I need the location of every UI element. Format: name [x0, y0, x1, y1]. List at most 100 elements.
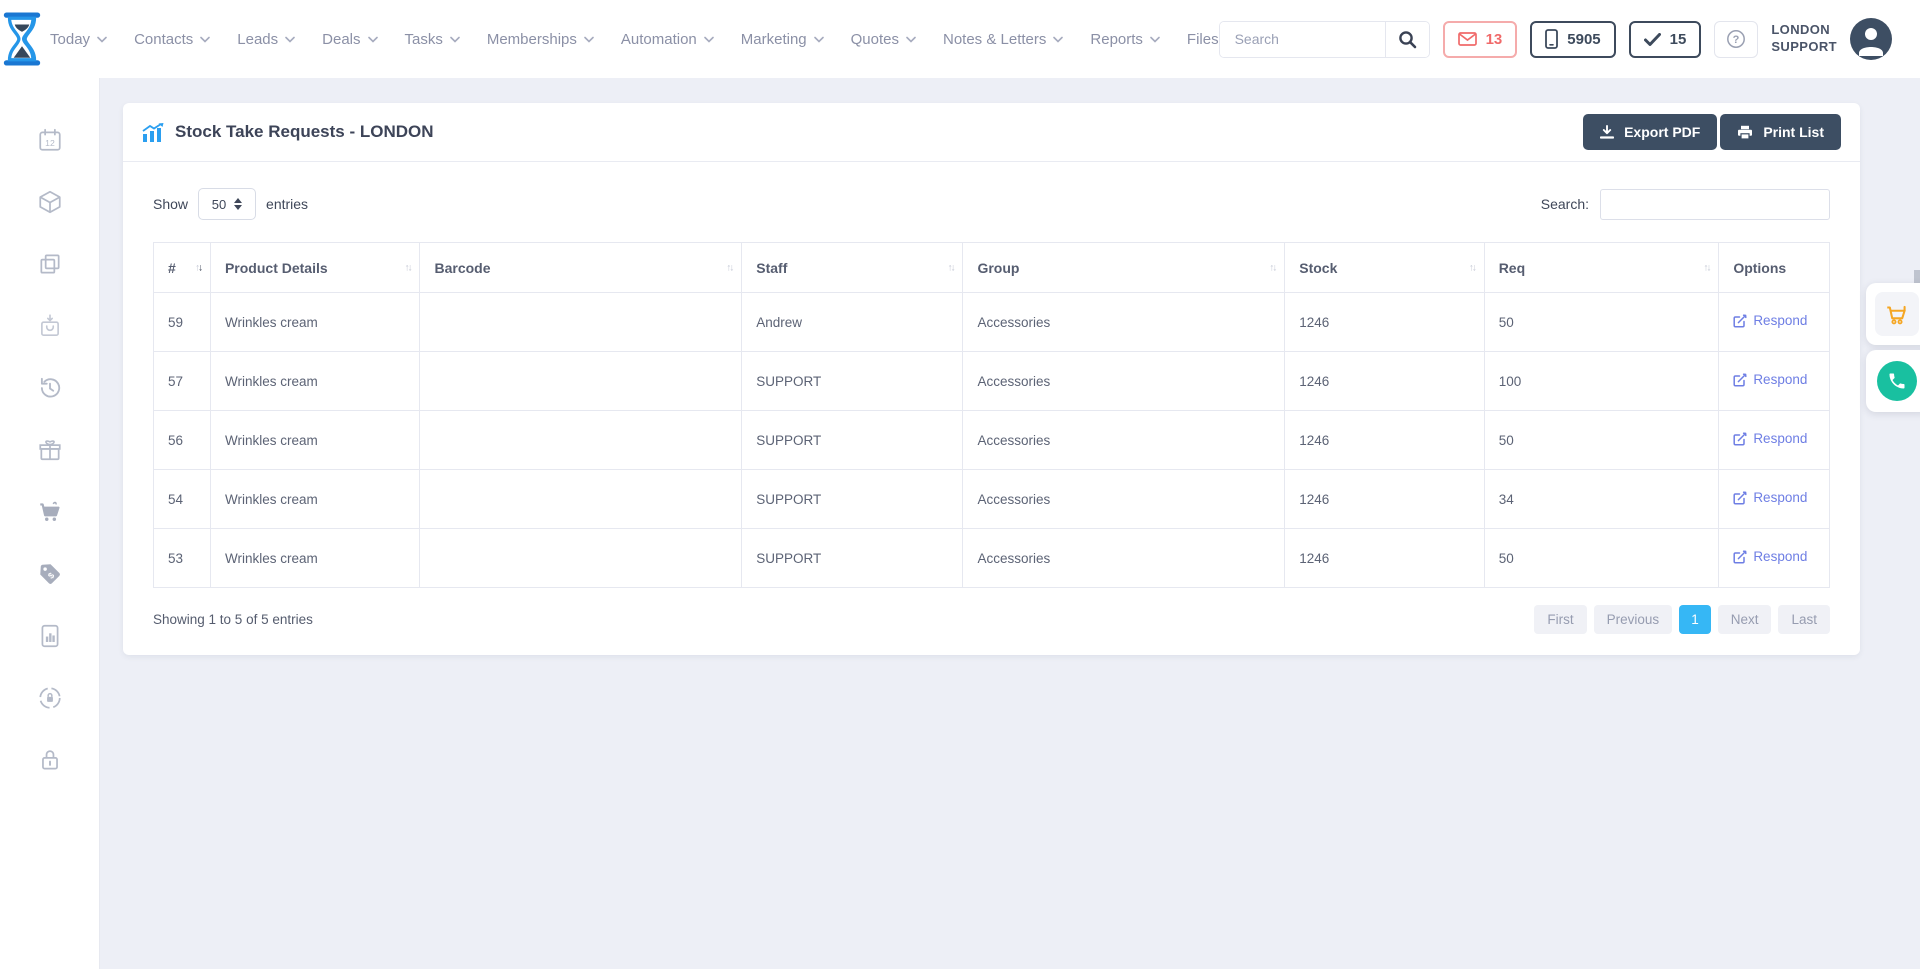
cell-options: Respond — [1719, 293, 1830, 352]
user-avatar[interactable] — [1850, 18, 1892, 60]
column-header-product[interactable]: Product Details↑↓ — [210, 243, 420, 293]
respond-label: Respond — [1753, 431, 1807, 446]
cell-stock: 1246 — [1285, 293, 1484, 352]
stock-bag-icon — [37, 313, 63, 339]
table-row: 53 Wrinkles cream SUPPORT Accessories 12… — [154, 529, 1830, 588]
sidebar-item-history[interactable] — [36, 374, 64, 402]
table-row: 59 Wrinkles cream Andrew Accessories 124… — [154, 293, 1830, 352]
menu-item-automation[interactable]: Automation — [621, 31, 714, 48]
menu-item-notes-letters[interactable]: Notes & Letters — [943, 31, 1063, 48]
cell-stock: 1246 — [1285, 470, 1484, 529]
menu-item-deals[interactable]: Deals — [322, 31, 377, 48]
table-search-label: Search: — [1541, 196, 1589, 212]
table-search-control: Search: — [1541, 189, 1830, 220]
app-logo[interactable] — [0, 12, 44, 66]
menu-item-quotes[interactable]: Quotes — [851, 31, 916, 48]
column-header-group[interactable]: Group↑↓ — [963, 243, 1285, 293]
chevron-down-icon — [584, 36, 594, 43]
sidebar-item-reports[interactable] — [36, 622, 64, 650]
chevron-down-icon — [1053, 36, 1063, 43]
report-icon — [37, 623, 63, 649]
sort-icon: ↑↓ — [1469, 262, 1475, 273]
cell-req: 100 — [1484, 352, 1719, 411]
cell-barcode — [420, 529, 742, 588]
sidebar-item-calendar[interactable]: 12 — [36, 126, 64, 154]
top-navbar: Today Contacts Leads Deals Tasks Members… — [0, 0, 1920, 78]
floating-cart-widget[interactable] — [1866, 283, 1920, 345]
sidebar-item-pricing[interactable]: $ — [36, 560, 64, 588]
pagination-next[interactable]: Next — [1718, 605, 1772, 634]
column-header-stock[interactable]: Stock↑↓ — [1285, 243, 1484, 293]
cell-id: 53 — [154, 529, 211, 588]
entries-info: Showing 1 to 5 of 5 entries — [153, 612, 313, 627]
export-pdf-button[interactable]: Export PDF — [1583, 114, 1717, 150]
menu-item-files[interactable]: Files — [1187, 31, 1219, 48]
edit-icon — [1733, 550, 1747, 564]
tasks-done-badge[interactable]: 15 — [1629, 21, 1702, 58]
select-arrows-icon — [234, 198, 242, 210]
chevron-down-icon — [200, 36, 210, 43]
sidebar-item-cart[interactable] — [36, 498, 64, 526]
calls-badge[interactable]: 5905 — [1530, 21, 1615, 58]
respond-link[interactable]: Respond — [1733, 549, 1807, 564]
cell-staff: SUPPORT — [742, 411, 963, 470]
edit-icon — [1733, 491, 1747, 505]
menu-item-leads[interactable]: Leads — [237, 31, 295, 48]
column-label: Req — [1499, 260, 1525, 276]
messages-badge[interactable]: 13 — [1443, 21, 1518, 58]
chart-icon — [142, 123, 164, 142]
phone-widget-button[interactable] — [1877, 361, 1917, 401]
entries-label: entries — [266, 196, 308, 212]
chevron-down-icon — [704, 36, 714, 43]
pagination-previous[interactable]: Previous — [1594, 605, 1673, 634]
chevron-down-icon — [1150, 36, 1160, 43]
entries-per-page-select[interactable]: 50 — [198, 188, 256, 220]
cell-staff: SUPPORT — [742, 470, 963, 529]
menu-label: Deals — [322, 31, 360, 48]
sidebar-item-duplicate[interactable] — [36, 250, 64, 278]
tasks-done-count: 15 — [1670, 31, 1687, 48]
sidebar-item-account-security[interactable] — [36, 684, 64, 712]
global-search-input[interactable] — [1220, 22, 1385, 57]
respond-link[interactable]: Respond — [1733, 431, 1807, 446]
column-label: Options — [1733, 260, 1786, 276]
table-search-input[interactable] — [1600, 189, 1830, 220]
column-header-req[interactable]: Req↑↓ — [1484, 243, 1719, 293]
cell-req: 50 — [1484, 293, 1719, 352]
floating-phone-widget[interactable] — [1866, 350, 1920, 412]
cell-product: Wrinkles cream — [210, 352, 420, 411]
help-badge[interactable]: ? — [1714, 21, 1758, 58]
table-controls: Show 50 entries Search: — [153, 188, 1830, 220]
respond-link[interactable]: Respond — [1733, 313, 1807, 328]
menu-item-contacts[interactable]: Contacts — [134, 31, 210, 48]
respond-link[interactable]: Respond — [1733, 490, 1807, 505]
navbar-right: 13 5905 15 ? LONDON SUPPORT — [1219, 18, 1920, 60]
column-label: Product Details — [225, 260, 328, 276]
sidebar-item-gift[interactable] — [36, 436, 64, 464]
respond-link[interactable]: Respond — [1733, 372, 1807, 387]
pagination-page-1[interactable]: 1 — [1679, 605, 1711, 634]
column-header-id[interactable]: #↑↓ — [154, 243, 211, 293]
menu-item-reports[interactable]: Reports — [1090, 31, 1160, 48]
menu-item-memberships[interactable]: Memberships — [487, 31, 594, 48]
menu-item-today[interactable]: Today — [50, 31, 107, 48]
pagination-first[interactable]: First — [1534, 605, 1586, 634]
search-button[interactable] — [1385, 22, 1429, 57]
edit-icon — [1733, 314, 1747, 328]
cell-group: Accessories — [963, 293, 1285, 352]
column-header-barcode[interactable]: Barcode↑↓ — [420, 243, 742, 293]
print-list-button[interactable]: Print List — [1720, 114, 1841, 150]
pagination-last[interactable]: Last — [1778, 605, 1830, 634]
cart-widget-button[interactable] — [1875, 292, 1919, 336]
table-row: 56 Wrinkles cream SUPPORT Accessories 12… — [154, 411, 1830, 470]
sidebar-item-stock-receive[interactable] — [36, 312, 64, 340]
cell-options: Respond — [1719, 529, 1830, 588]
column-header-staff[interactable]: Staff↑↓ — [742, 243, 963, 293]
menu-item-tasks[interactable]: Tasks — [405, 31, 460, 48]
menu-item-marketing[interactable]: Marketing — [741, 31, 824, 48]
cell-stock: 1246 — [1285, 529, 1484, 588]
chevron-down-icon — [97, 36, 107, 43]
sidebar-item-products[interactable] — [36, 188, 64, 216]
stock-take-table: #↑↓ Product Details↑↓ Barcode↑↓ Staff↑↓ … — [153, 242, 1830, 588]
sidebar-item-lock[interactable] — [36, 746, 64, 774]
